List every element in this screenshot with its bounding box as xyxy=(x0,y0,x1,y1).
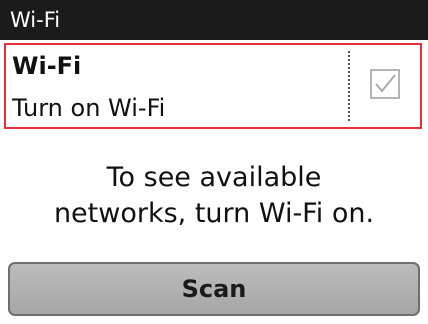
message-line-2: networks, turn Wi-Fi on. xyxy=(53,198,375,229)
message-line-1: To see available xyxy=(106,162,322,193)
title-bar: Wi-Fi xyxy=(0,0,428,40)
row-divider xyxy=(348,51,350,121)
wifi-toggle-row[interactable]: Wi-Fi Turn on Wi-Fi xyxy=(4,43,422,129)
wifi-off-message: To see available networks, turn Wi-Fi on… xyxy=(0,160,428,232)
wifi-toggle-summary: Turn on Wi-Fi xyxy=(12,94,166,122)
page-title: Wi-Fi xyxy=(10,8,61,32)
checkmark-icon xyxy=(375,74,396,93)
wifi-toggle-title: Wi-Fi xyxy=(12,52,82,80)
wifi-checkbox[interactable] xyxy=(370,69,400,99)
scan-button[interactable]: Scan xyxy=(8,262,420,316)
